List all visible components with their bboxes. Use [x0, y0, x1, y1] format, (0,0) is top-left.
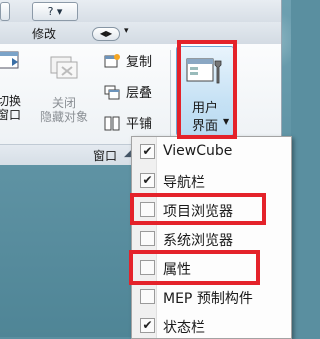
- copy-window-button[interactable]: 复制: [104, 52, 152, 74]
- cascade-icon: [104, 85, 120, 100]
- highlight-box-properties: [129, 250, 260, 285]
- copy-label: 复制: [126, 55, 153, 70]
- switch-windows-icon: [0, 51, 19, 69]
- tile-label: 平铺: [126, 117, 153, 132]
- hidden-objects-label: 隐藏对象: [39, 110, 88, 124]
- divider: [170, 50, 171, 140]
- cascade-label: 层叠: [126, 86, 153, 101]
- checkbox-system-browser[interactable]: [140, 231, 155, 246]
- menu-item-label: 系统浏览器: [163, 233, 233, 249]
- user-interface-menu: ✔ ViewCube ✔ 导航栏 项目浏览器 系统浏览器 属性 MEP 预制构件…: [131, 136, 292, 339]
- menu-item-label: 状态栏: [163, 320, 205, 336]
- highlight-box-user-interface: [177, 40, 237, 139]
- close-label: 关闭: [51, 96, 76, 110]
- cascade-button[interactable]: 层叠: [104, 83, 152, 105]
- menu-item-mep-fabrication[interactable]: MEP 预制构件: [132, 284, 291, 310]
- triangle-icon: ◀▶: [99, 29, 113, 38]
- menu-item-system-browser[interactable]: 系统浏览器: [132, 226, 291, 252]
- qat-button[interactable]: [0, 2, 10, 21]
- tab-modify[interactable]: 修改: [22, 25, 66, 43]
- close-hidden-icon: [50, 56, 78, 79]
- menu-item-status-bar[interactable]: ✔ 状态栏: [132, 313, 291, 339]
- tab-options-button[interactable]: ◀▶: [92, 27, 120, 41]
- help-button[interactable]: ? ▾: [32, 2, 78, 21]
- menu-item-label: 导航栏: [163, 175, 205, 191]
- panel-launcher-icon[interactable]: ◢: [124, 149, 131, 159]
- window-panel-title: 窗口: [93, 149, 118, 163]
- tile-icon: [104, 116, 120, 131]
- checkbox-navigation-bar[interactable]: ✔: [140, 173, 155, 188]
- help-icon: ?: [47, 5, 54, 18]
- menu-item-label: MEP 预制构件: [163, 291, 253, 307]
- quick-access-toolbar: ? ▾: [0, 0, 281, 23]
- window-panel: 切换 窗口 关闭 隐藏对象 复制 层叠 平铺: [0, 44, 281, 144]
- switch-windows-button[interactable]: 切换 窗口: [0, 51, 26, 122]
- menu-item-label: ViewCube: [163, 143, 233, 159]
- menu-item-viewcube[interactable]: ✔ ViewCube: [132, 139, 291, 165]
- highlight-box-project-browser: [130, 193, 266, 225]
- checkbox-mep-fabrication[interactable]: [140, 289, 155, 304]
- copy-window-icon: [104, 54, 120, 68]
- ribbon-tabs: 修改 ◀▶ ▾: [0, 22, 281, 45]
- menu-item-navigation-bar[interactable]: ✔ 导航栏: [132, 168, 291, 194]
- switch-windows-label-2: 窗口: [0, 108, 21, 122]
- checkbox-status-bar[interactable]: ✔: [140, 318, 155, 333]
- tile-button[interactable]: 平铺: [104, 114, 152, 136]
- close-hidden-button[interactable]: 关闭 隐藏对象: [32, 56, 96, 124]
- chevron-down-icon[interactable]: ▾: [124, 26, 129, 36]
- checkbox-viewcube[interactable]: ✔: [140, 144, 155, 159]
- switch-windows-label: 切换: [0, 94, 21, 108]
